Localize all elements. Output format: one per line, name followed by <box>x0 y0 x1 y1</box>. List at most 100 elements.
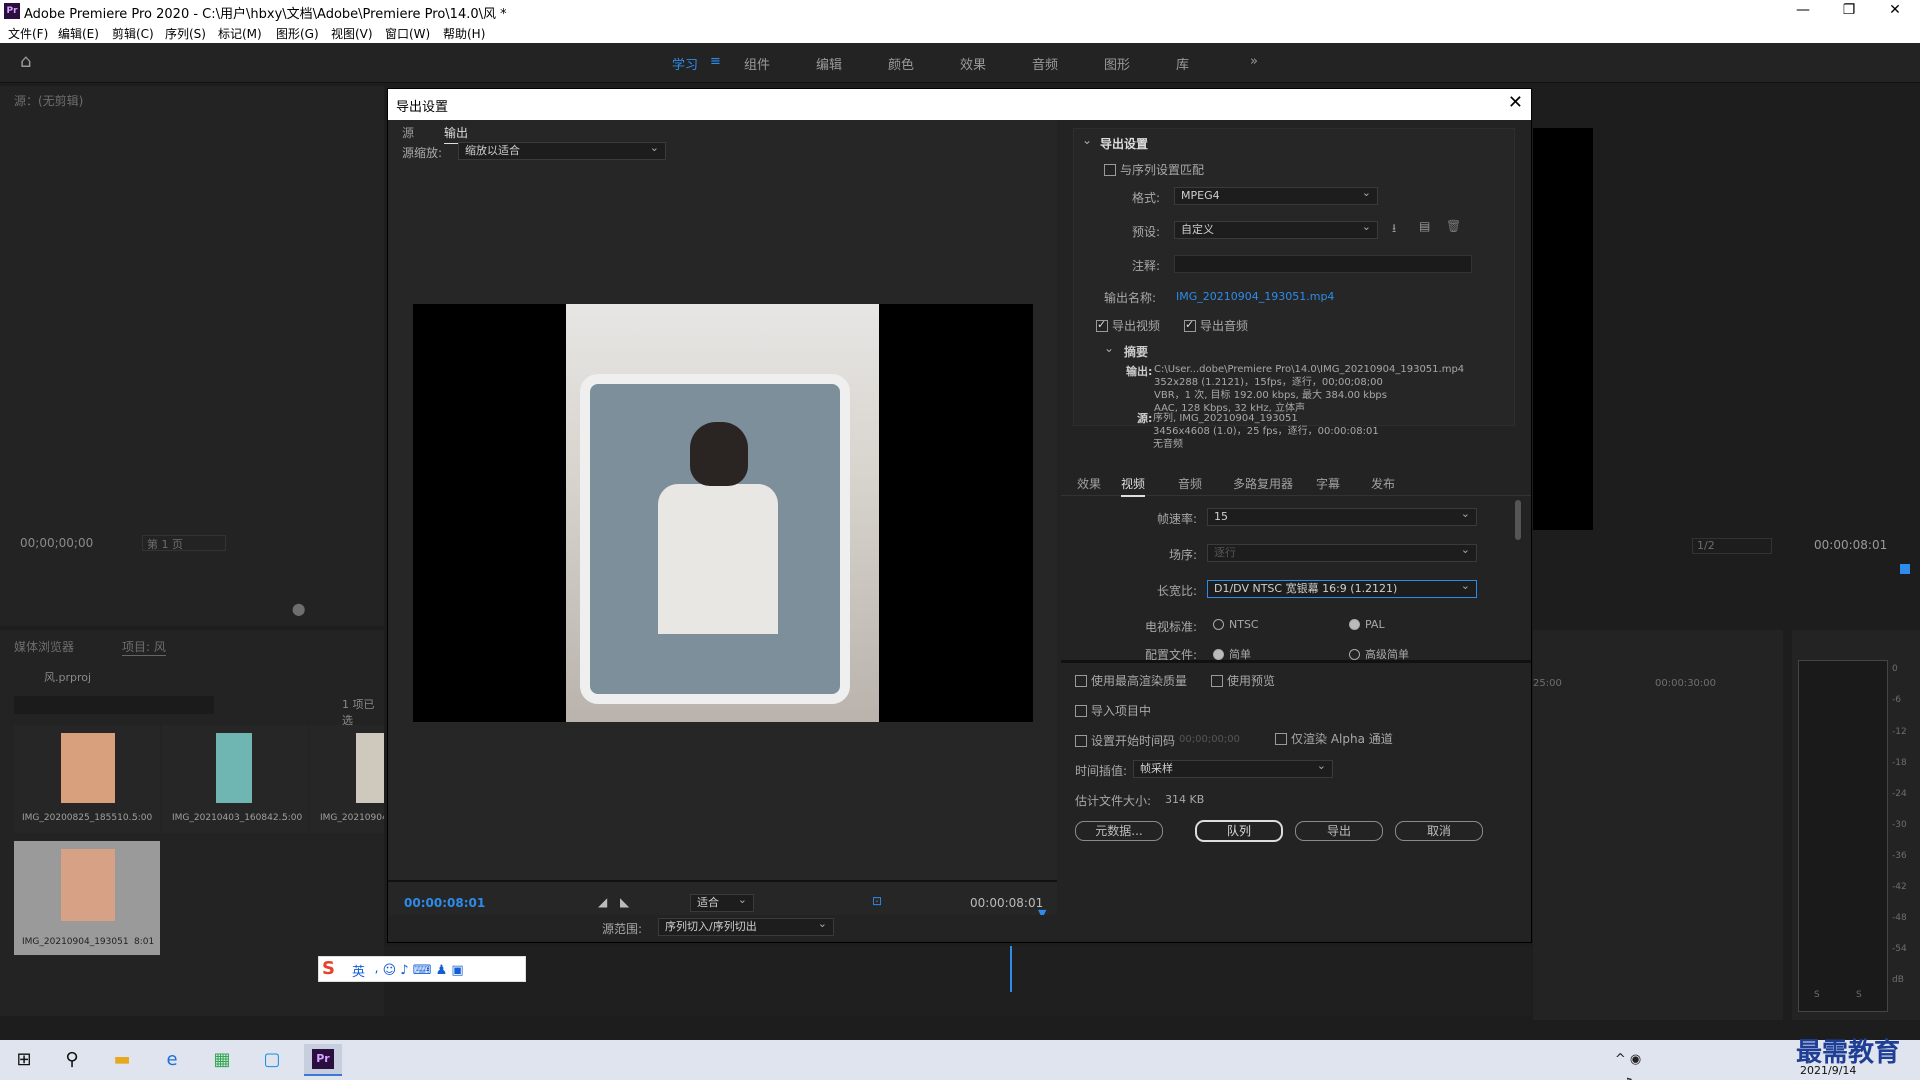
max-quality-row[interactable]: 使用最高渲染质量 <box>1075 672 1187 689</box>
tab-captions[interactable]: 字幕 <box>1316 475 1340 492</box>
close-window-icon[interactable]: ✕ <box>1872 0 1918 22</box>
tab-effects[interactable]: 效果 <box>1077 475 1101 492</box>
solo-right[interactable]: S <box>1856 990 1862 1000</box>
ntsc-option[interactable]: NTSC <box>1213 618 1259 631</box>
start-timecode-checkbox[interactable] <box>1075 735 1087 747</box>
workspace-editing[interactable]: 编辑 <box>816 54 842 73</box>
project-item[interactable]: IMG_20210403_160842... 5:00 <box>162 725 308 833</box>
export-button[interactable]: 导出 <box>1295 821 1383 841</box>
workspace-learn[interactable]: 学习 <box>672 54 698 73</box>
aspect-select[interactable]: D1/DV NTSC 宽银幕 16:9 (1.2121) <box>1207 578 1477 598</box>
preview-current-timecode[interactable]: 00:00:08:01 <box>404 896 485 910</box>
set-in-icon[interactable]: ◢ <box>598 895 607 909</box>
workspace-audio[interactable]: 音频 <box>1032 54 1058 73</box>
menu-edit[interactable]: 编辑(E) <box>58 25 99 42</box>
menu-window[interactable]: 窗口(W) <box>385 25 430 42</box>
metadata-button[interactable]: 元数据... <box>1075 821 1163 841</box>
project-item[interactable]: IMG_20200825_185510... 5:00 <box>14 725 160 833</box>
solo-left[interactable]: S <box>1814 990 1820 1000</box>
project-item[interactable]: IMG_20210904_... <box>310 725 384 833</box>
app-icon[interactable]: ▢ <box>258 1048 286 1072</box>
tab-multiplexer[interactable]: 多路复用器 <box>1233 475 1293 492</box>
project-tab[interactable]: 项目: 风 <box>122 638 166 656</box>
format-select[interactable]: MPEG4 <box>1174 185 1378 205</box>
workspace-menu-icon[interactable]: ≡ <box>710 54 721 69</box>
source-timecode[interactable]: 00;00;00;00 <box>20 536 93 550</box>
output-name-link[interactable]: IMG_20210904_193051.mp4 <box>1176 290 1334 303</box>
playhead-marker[interactable] <box>1900 564 1910 574</box>
windows-start-icon[interactable]: ⊞ <box>10 1048 38 1072</box>
tab-publish[interactable]: 发布 <box>1371 475 1395 492</box>
sogou-icon[interactable]: S <box>322 958 335 979</box>
save-preset-icon[interactable]: ⭳ <box>1392 219 1396 240</box>
export-audio-row[interactable]: 导出音频 <box>1184 317 1248 334</box>
menu-sequence[interactable]: 序列(S) <box>165 25 206 42</box>
preset-select[interactable]: 自定义 <box>1174 219 1378 239</box>
ntsc-radio[interactable] <box>1213 619 1224 630</box>
queue-button[interactable]: 队列 <box>1195 820 1283 842</box>
timeline-playhead[interactable] <box>1010 946 1012 992</box>
export-video-row[interactable]: 导出视频 <box>1096 317 1160 334</box>
match-sequence-row[interactable]: 与序列设置匹配 <box>1104 161 1204 178</box>
search-icon[interactable]: ⚲ <box>58 1048 86 1072</box>
project-item-selected[interactable]: IMG_20210904_193051 8:01 <box>14 841 160 955</box>
workspace-graphics[interactable]: 图形 <box>1104 54 1130 73</box>
workspace-effects[interactable]: 效果 <box>960 54 986 73</box>
source-range-select[interactable]: 序列切入/序列切出 <box>658 916 834 936</box>
tab-output[interactable]: 输出 <box>444 124 469 144</box>
frame-rate-select[interactable]: 15 <box>1207 506 1477 526</box>
menu-marker[interactable]: 标记(M) <box>218 25 262 42</box>
export-video-checkbox[interactable] <box>1096 318 1108 332</box>
project-search-input[interactable] <box>14 696 214 714</box>
import-project-checkbox[interactable] <box>1075 705 1087 717</box>
tab-video[interactable]: 视频 <box>1121 475 1146 497</box>
source-page-select[interactable]: 第 1 页 <box>142 535 226 551</box>
ime-lang[interactable]: 英 <box>352 961 365 980</box>
premiere-taskbar-button[interactable]: Pr <box>304 1044 342 1076</box>
profile-advanced-option[interactable]: 高级简单 <box>1349 646 1409 660</box>
edge-icon[interactable]: e <box>158 1048 186 1072</box>
profile-simple-option[interactable]: 简单 <box>1213 646 1251 660</box>
menu-help[interactable]: 帮助(H) <box>443 25 485 42</box>
home-icon[interactable]: ⌂ <box>20 51 31 72</box>
profile-simple-radio[interactable] <box>1213 649 1224 660</box>
start-timecode-row[interactable]: 设置开始时间码 <box>1075 732 1175 749</box>
menu-file[interactable]: 文件(F) <box>8 25 48 42</box>
alpha-only-checkbox[interactable] <box>1275 733 1287 745</box>
alpha-only-row[interactable]: 仅渲染 Alpha 通道 <box>1275 730 1393 747</box>
menu-view[interactable]: 视图(V) <box>331 25 373 42</box>
store-icon[interactable]: ▦ <box>208 1048 236 1072</box>
source-scale-select[interactable]: 缩放以适合 <box>458 140 666 160</box>
profile-advanced-radio[interactable] <box>1349 649 1360 660</box>
set-out-icon[interactable]: ◣ <box>620 895 629 909</box>
pal-radio[interactable] <box>1349 619 1360 630</box>
more-workspaces-icon[interactable]: » <box>1250 54 1258 69</box>
import-project-row[interactable]: 导入项目中 <box>1075 702 1151 719</box>
import-preset-icon[interactable]: ▤ <box>1419 219 1430 233</box>
minimize-icon[interactable]: — <box>1780 0 1826 22</box>
program-fraction-select[interactable]: 1/2 <box>1692 538 1772 554</box>
ime-tools-icon[interactable]: ⸴ ☺ ♪ ⌨ ♟ ▣ <box>375 960 464 978</box>
comment-input[interactable] <box>1174 255 1472 273</box>
collapse-icon[interactable]: ⌄ <box>1082 133 1092 147</box>
cancel-button[interactable]: 取消 <box>1395 821 1483 841</box>
summary-collapse-icon[interactable]: ⌄ <box>1104 341 1114 355</box>
use-preview-row[interactable]: 使用预览 <box>1211 672 1275 689</box>
file-explorer-icon[interactable]: ▬ <box>108 1048 136 1072</box>
delete-preset-icon[interactable]: 🗑 <box>1446 219 1461 233</box>
use-preview-checkbox[interactable] <box>1211 675 1223 687</box>
aspect-toggle-icon[interactable]: ⊡ <box>872 894 882 908</box>
media-browser-tab[interactable]: 媒体浏览器 <box>14 638 74 655</box>
max-quality-checkbox[interactable] <box>1075 675 1087 687</box>
tab-audio[interactable]: 音频 <box>1178 475 1202 492</box>
fit-select[interactable]: 适合 <box>690 892 754 912</box>
maximize-icon[interactable]: ❐ <box>1826 0 1872 22</box>
marker-icon[interactable]: ⬤ <box>292 602 305 616</box>
workspace-libraries[interactable]: 库 <box>1176 54 1189 73</box>
export-audio-checkbox[interactable] <box>1184 318 1196 332</box>
settings-scrollbar[interactable] <box>1515 500 1521 540</box>
dialog-close-icon[interactable]: ✕ <box>1508 92 1523 113</box>
tab-source[interactable]: 源 <box>402 124 414 141</box>
pal-option[interactable]: PAL <box>1349 618 1385 631</box>
time-interp-select[interactable]: 帧采样 <box>1133 758 1333 778</box>
